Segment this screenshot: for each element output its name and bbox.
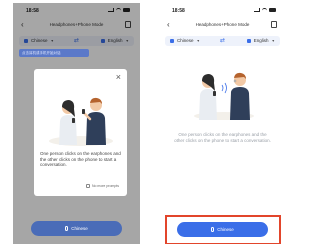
source-language-selector[interactable]: Chinese ▼ bbox=[170, 38, 200, 43]
language-icon bbox=[170, 38, 174, 43]
no-more-prompts-option[interactable]: No more prompts bbox=[85, 184, 119, 188]
signal-icon bbox=[254, 8, 260, 12]
hint-banner-text: 点击耳机或手机开始对话 bbox=[22, 50, 61, 55]
document-icon[interactable] bbox=[271, 21, 277, 28]
intro-modal: × One person clicks on the earphones and… bbox=[34, 69, 127, 196]
phone-screen-left: 18:58 ‹ Headphones+Phone Mode Chinese ▼ ⇄… bbox=[13, 3, 140, 244]
close-icon[interactable]: × bbox=[116, 73, 121, 82]
target-language-label: English bbox=[253, 38, 269, 43]
nav-bar: ‹ Headphones+Phone Mode bbox=[159, 20, 286, 32]
swap-icon[interactable]: ⇄ bbox=[220, 37, 225, 44]
checkbox[interactable] bbox=[85, 184, 90, 188]
conversation-illustration bbox=[194, 72, 254, 120]
modal-description: One person clicks on the earphones and t… bbox=[40, 151, 121, 167]
battery-icon bbox=[269, 8, 276, 12]
hint-banner: 点击耳机或手机开始对话 bbox=[19, 49, 89, 57]
target-language-selector[interactable]: English ▼ bbox=[246, 38, 275, 43]
speak-button-label: Chinese bbox=[71, 226, 88, 231]
highlight-frame bbox=[165, 215, 281, 244]
language-bar: Chinese ▼ ⇄ English ▼ bbox=[165, 36, 280, 46]
no-more-prompts-label: No more prompts bbox=[91, 184, 119, 188]
wifi-icon bbox=[262, 8, 267, 12]
conversation-illustration bbox=[49, 97, 113, 146]
chevron-down-icon: ▼ bbox=[196, 39, 200, 43]
microphone-icon bbox=[65, 226, 69, 231]
language-icon bbox=[246, 38, 251, 43]
phone-screen-right: 18:58 ‹ Headphones+Phone Mode Chinese ▼ ⇄… bbox=[159, 3, 286, 244]
instruction-caption: One person clicks on the earphones and t… bbox=[174, 132, 271, 143]
chevron-down-icon: ▼ bbox=[271, 39, 275, 43]
status-time: 18:58 bbox=[172, 8, 185, 14]
speak-button[interactable]: Chinese bbox=[31, 221, 122, 236]
system-icons bbox=[254, 8, 276, 12]
source-language-label: Chinese bbox=[177, 38, 194, 43]
back-arrow-icon[interactable]: ‹ bbox=[167, 20, 170, 30]
page-title: Headphones+Phone Mode bbox=[195, 22, 250, 27]
status-bar: 18:58 bbox=[159, 8, 286, 16]
